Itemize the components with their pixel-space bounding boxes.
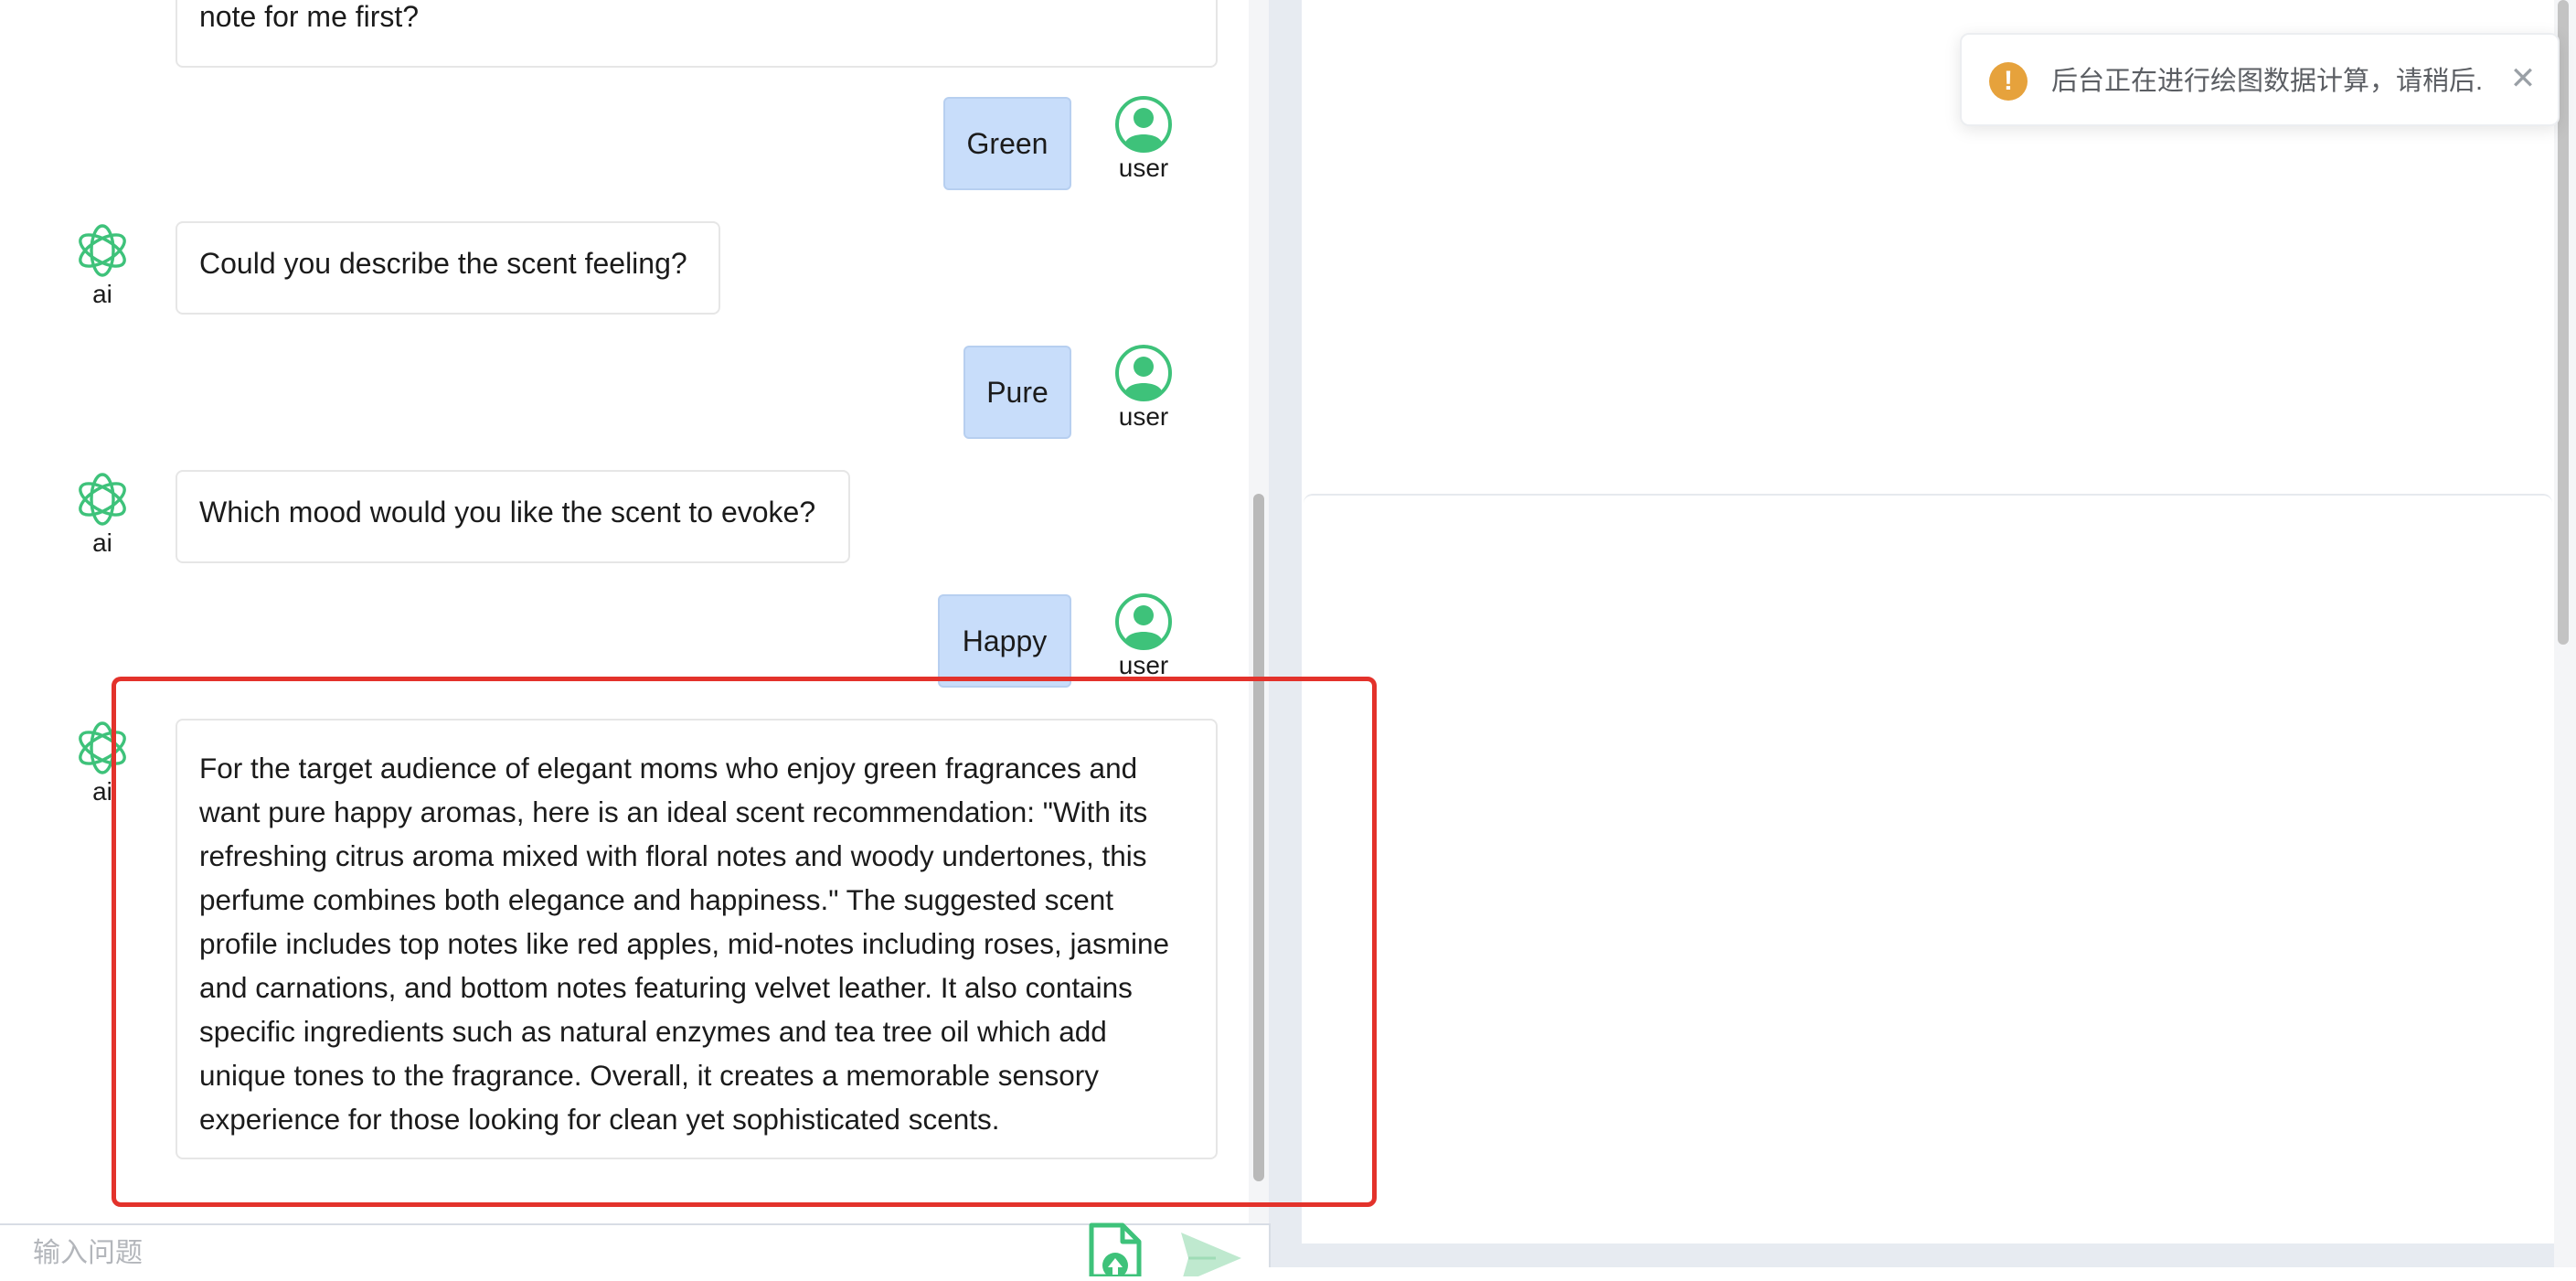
- user-avatar: user: [1098, 344, 1189, 432]
- user-avatar-label: user: [1118, 154, 1169, 182]
- user-message-bubble: Pure: [963, 346, 1071, 439]
- file-upload-icon: [1089, 1222, 1142, 1279]
- ai-avatar-label: ai: [92, 528, 112, 557]
- openai-logo-icon: [79, 224, 126, 277]
- highlight-box: [112, 677, 1377, 1207]
- warning-toast: ! 后台正在进行绘图数据计算，请稍后... ✕: [1960, 33, 2560, 126]
- toast-message: 后台正在进行绘图数据计算，请稍后...: [2051, 67, 2481, 96]
- user-avatar: user: [1098, 95, 1189, 183]
- ai-message-bubble: Could you describe the scent feeling?: [176, 221, 720, 315]
- user-message-bubble: Happy: [938, 594, 1071, 688]
- openai-logo-icon: [79, 473, 126, 526]
- send-icon: [1181, 1233, 1241, 1281]
- ai-message-text: Which mood would you like the scent to e…: [199, 496, 816, 528]
- user-circle-icon: [1115, 345, 1172, 401]
- user-message-bubble: Green: [943, 97, 1071, 190]
- user-circle-icon: [1115, 96, 1172, 153]
- close-icon[interactable]: ✕: [2505, 60, 2541, 97]
- chart-canvas-card: [1304, 494, 2552, 1245]
- ai-message-bubble: note for me first?: [176, 0, 1218, 68]
- send-button[interactable]: [1179, 1231, 1243, 1281]
- ai-avatar-label: ai: [92, 280, 112, 308]
- user-message-text: Green: [966, 127, 1048, 160]
- warning-icon: !: [1989, 62, 2028, 101]
- ai-message-text: Could you describe the scent feeling?: [199, 247, 687, 280]
- user-avatar: user: [1098, 592, 1189, 680]
- user-message-text: Happy: [962, 624, 1048, 657]
- bottom-gutter: [1271, 1244, 2576, 1267]
- user-avatar-label: user: [1118, 402, 1169, 431]
- ai-avatar: ai: [57, 221, 148, 309]
- upload-file-button[interactable]: [1086, 1222, 1144, 1279]
- ai-avatar: ai: [57, 470, 148, 558]
- user-message-text: Pure: [986, 376, 1048, 409]
- user-circle-icon: [1115, 593, 1172, 650]
- ai-message-bubble: Which mood would you like the scent to e…: [176, 470, 850, 563]
- chat-input-bar: [0, 1223, 1271, 1271]
- ai-message-text: note for me first?: [199, 0, 420, 33]
- question-input[interactable]: [31, 1236, 1040, 1271]
